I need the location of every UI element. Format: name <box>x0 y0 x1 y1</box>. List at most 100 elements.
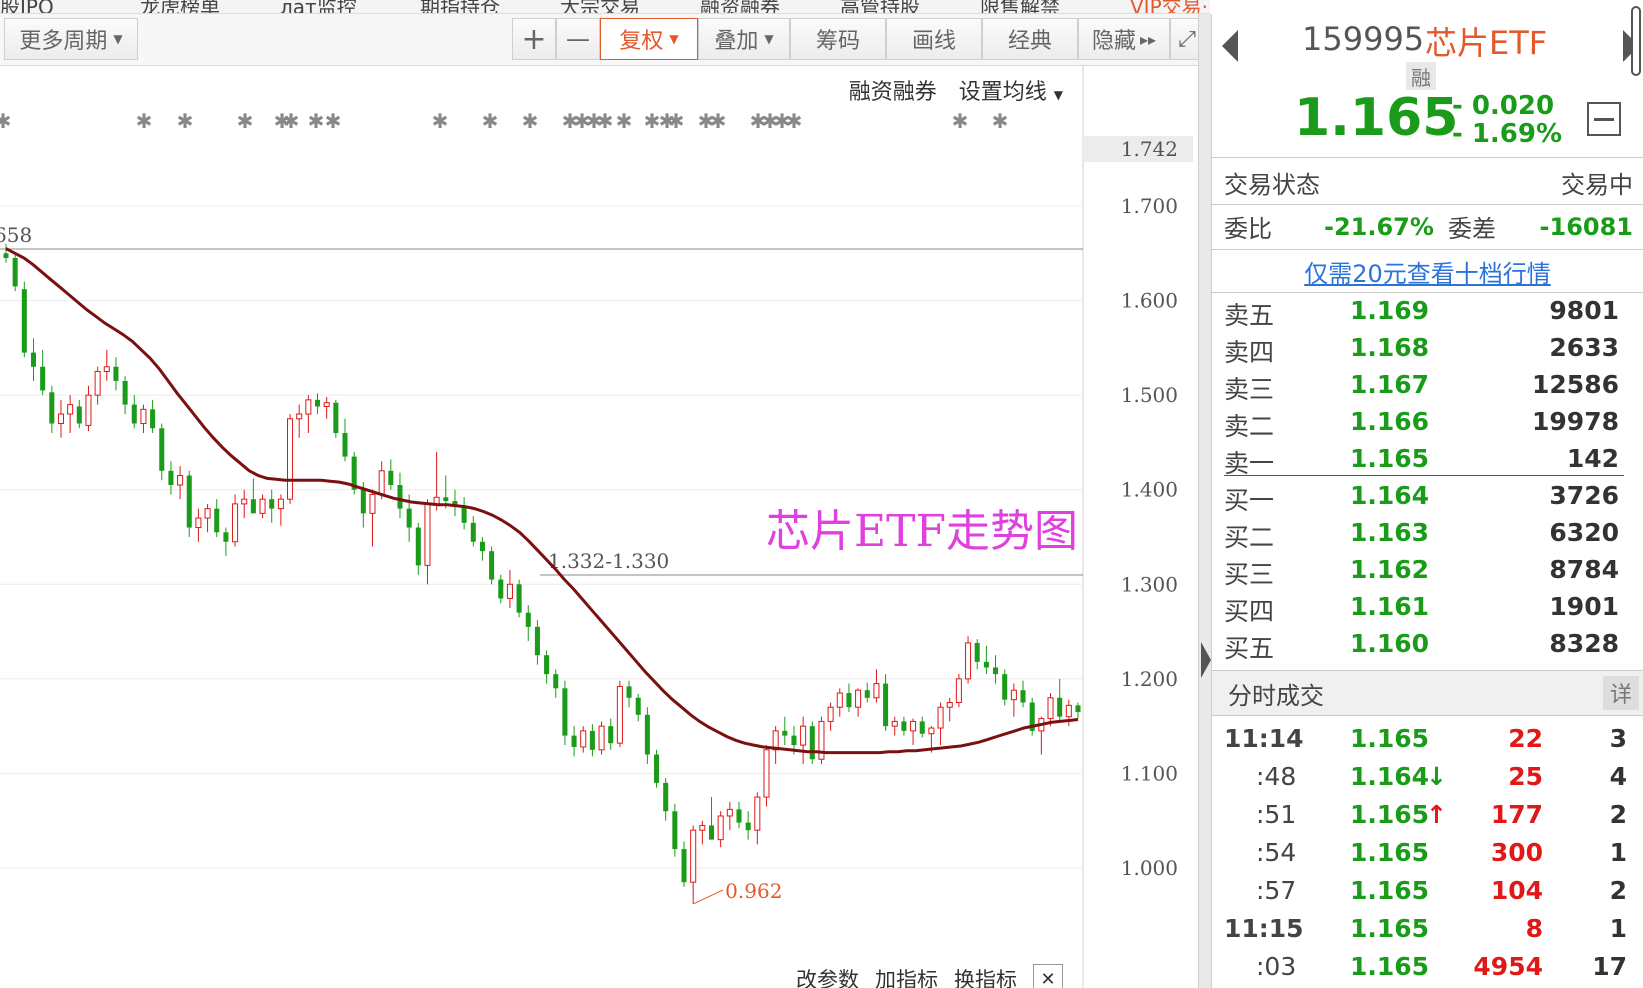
ask-level-row[interactable]: 卖三 1.167 12586 <box>1212 370 1643 406</box>
stock-name: 芯片ETF <box>1425 24 1548 62</box>
candle-body-up <box>94 371 101 396</box>
scroll-handle[interactable] <box>1631 6 1641 76</box>
y-tick-label: 1.100 <box>1121 761 1178 785</box>
level-price: 1.169 <box>1350 296 1430 325</box>
level-price: 1.165 <box>1350 444 1430 473</box>
high-reference-label: 658 <box>0 223 32 247</box>
classic-button[interactable]: 经典 <box>982 18 1078 60</box>
close-icon[interactable]: ✕ <box>1033 964 1063 988</box>
ma-setting-label: 设置均线 <box>958 80 1047 105</box>
chevron-down-icon: ▼ <box>1053 88 1063 102</box>
ask-level-row[interactable]: 卖四 1.168 2633 <box>1212 333 1643 369</box>
hide-button[interactable]: 隐藏 ▸▸ <box>1078 18 1170 60</box>
period-dropdown[interactable]: 更多周期 ▼ <box>4 18 138 60</box>
tick-price: 1.165 <box>1350 952 1430 981</box>
event-marker-icon: ✱ <box>0 109 11 133</box>
y-tick-label: 1.400 <box>1121 478 1178 502</box>
event-marker-icon: ✱ <box>177 109 194 133</box>
candle-body-down <box>269 499 275 509</box>
candle-body-up <box>616 685 623 744</box>
kline-chart-area: 1.742 1.700 1.600 1.500 1.400 1.300 1.200 1.100… <box>0 66 1198 988</box>
change-value: - 0.020 <box>1452 91 1555 121</box>
zoom-in-button[interactable]: + <box>512 18 556 60</box>
top-nav-item[interactable]: 限售解禁 <box>980 0 1060 13</box>
quote-panel: 159995 芯片ETF 融 1.165 - 0.020 - 1.69% 交易状… <box>1212 0 1643 988</box>
kline-chart[interactable]: 1.742 1.700 1.600 1.500 1.400 1.300 1.200 1.100… <box>0 66 1198 988</box>
quote-header: 159995 芯片ETF 融 1.165 - 0.020 - 1.69% <box>1212 0 1643 158</box>
ticks-detail-button[interactable]: 详 <box>1603 676 1639 710</box>
zoom-out-button[interactable]: — <box>556 18 600 60</box>
candle-body-up <box>204 508 211 519</box>
level-label: 买二 <box>1224 523 1275 552</box>
level2-promo-link[interactable]: 仅需20元查看十档行情 <box>1212 249 1643 293</box>
bid-level-row[interactable]: 买三 1.162 8784 <box>1212 555 1643 591</box>
chart-options: 融资融券 设置均线 ▼ <box>849 74 1063 106</box>
candle-body-up <box>873 683 880 699</box>
tick-time: 11:14 <box>1224 724 1304 753</box>
top-nav-item[interactable]: 大宗交易 <box>560 0 640 13</box>
candle-body-up <box>937 706 944 729</box>
level-volume: 142 <box>1566 444 1619 473</box>
level-price: 1.161 <box>1350 592 1430 621</box>
candle-body-down <box>589 730 595 750</box>
draw-line-button[interactable]: 画线 <box>886 18 982 60</box>
fuquan-dropdown[interactable]: 复权 ▼ <box>600 18 698 60</box>
candle-body-up <box>928 727 935 735</box>
top-nav-item[interactable]: 高管持股 <box>840 0 920 13</box>
overlay-dropdown[interactable]: 叠加 ▼ <box>698 18 790 60</box>
top-nav-item[interactable]: 新股IPO <box>0 0 54 13</box>
ask-level-row[interactable]: 卖五 1.169 9801 <box>1212 296 1643 332</box>
candle-body-down <box>626 686 632 698</box>
prev-stock-icon[interactable] <box>1222 30 1238 62</box>
candle-body-up <box>910 720 917 732</box>
level-volume: 12586 <box>1532 370 1619 399</box>
level-label: 买三 <box>1224 560 1275 589</box>
candle-body-down <box>3 253 9 259</box>
level-label: 卖三 <box>1224 375 1275 404</box>
bid-level-row[interactable]: 买二 1.163 6320 <box>1212 518 1643 554</box>
event-marker-icon: ✱ <box>786 109 803 133</box>
tick-count: 3 <box>1609 724 1627 753</box>
tick-volume: 8 <box>1525 914 1543 943</box>
bid-level-row[interactable]: 买五 1.160 8328 <box>1212 629 1643 665</box>
add-indicator-button[interactable]: 加指标 <box>875 964 938 988</box>
price-change: - 0.020 - 1.69% <box>1452 92 1562 148</box>
candle-body-down <box>534 626 540 656</box>
level-label: 卖五 <box>1224 301 1275 330</box>
collapse-arrow-icon[interactable] <box>1201 642 1211 678</box>
top-nav-item[interactable]: лат监控 <box>280 0 357 13</box>
margin-trading-link[interactable]: 融资融券 <box>849 74 937 106</box>
candle-body-up <box>1010 689 1017 701</box>
order-book-divider <box>1224 475 1624 476</box>
ticks-header: 分时成交 详 <box>1212 670 1643 716</box>
candle-body-down <box>681 849 687 883</box>
candle-body-down <box>553 674 559 689</box>
swap-indicator-button[interactable]: 换指标 <box>954 964 1017 988</box>
remove-watchlist-button[interactable] <box>1587 102 1621 136</box>
event-marker-icon: ✱ <box>992 109 1009 133</box>
top-nav-item[interactable]: VIP交易·至开通 <box>1130 0 1210 13</box>
candle-body-down <box>406 508 412 528</box>
tick-volume: 4954 <box>1473 952 1543 981</box>
level-label: 卖四 <box>1224 338 1275 367</box>
bid-level-row[interactable]: 买一 1.164 3726 <box>1212 481 1643 517</box>
change-params-button[interactable]: 改参数 <box>796 964 859 988</box>
candle-body-up <box>378 470 385 495</box>
top-nav-item[interactable]: 龙虎榜单 <box>140 0 220 13</box>
tick-time: :48 <box>1256 762 1297 791</box>
top-nav-item[interactable]: 融资融券 <box>700 0 780 13</box>
chouma-button[interactable]: 筹码 <box>790 18 886 60</box>
ask-level-row[interactable]: 卖二 1.166 19978 <box>1212 407 1643 443</box>
chevron-down-icon: ▼ <box>764 32 774 46</box>
panel-splitter[interactable] <box>1198 14 1212 988</box>
candle-body-down <box>791 735 797 746</box>
tick-row: :57 1.165 104 2 <box>1212 876 1643 914</box>
ma-setting-dropdown[interactable]: 设置均线 ▼ <box>959 74 1063 106</box>
candle-body-up <box>763 749 770 798</box>
level-label: 买五 <box>1224 634 1275 663</box>
tick-row: :03 1.165 4954 17 <box>1212 952 1643 988</box>
level-volume: 19978 <box>1532 407 1619 436</box>
top-nav-item[interactable]: 期指持仓 <box>420 0 500 13</box>
bid-level-row[interactable]: 买四 1.161 1901 <box>1212 592 1643 628</box>
candle-body-up <box>433 496 440 505</box>
